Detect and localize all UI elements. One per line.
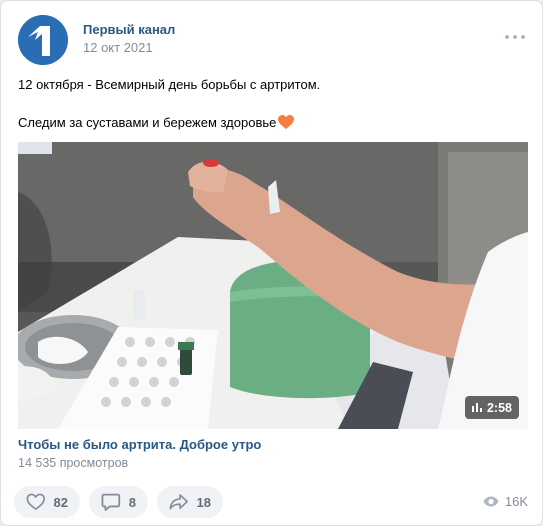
orange-heart-icon	[278, 115, 295, 129]
video-duration-label: 2:58	[486, 400, 512, 415]
comment-icon	[101, 493, 121, 511]
share-icon	[169, 494, 188, 510]
share-button[interactable]: 18	[157, 486, 223, 518]
post-text-line-1: 12 октября - Всемирный день борьбы с арт…	[18, 77, 321, 92]
video-views: 14 535 просмотров	[18, 456, 129, 470]
comment-button[interactable]: 8	[89, 486, 148, 518]
like-button[interactable]: 82	[14, 486, 80, 518]
post-views-count: 16K	[504, 494, 528, 509]
post-card: Первый канал 12 окт 2021 12 октября - Вс…	[0, 0, 543, 526]
post-date[interactable]: 12 окт 2021	[83, 40, 153, 55]
like-count: 82	[53, 494, 68, 510]
post-text-line-2: Следим за суставами и бережем здоровье	[18, 114, 295, 132]
video-thumbnail	[18, 142, 528, 429]
video-duration: 2:58	[464, 396, 519, 419]
author-name[interactable]: Первый канал	[83, 22, 175, 37]
avatar[interactable]	[18, 15, 68, 65]
share-count: 18	[196, 494, 211, 510]
heart-outline-icon	[26, 493, 45, 510]
bars-icon	[471, 403, 482, 412]
comment-count: 8	[128, 494, 136, 510]
video-title[interactable]: Чтобы не было артрита. Доброе утро	[18, 437, 261, 452]
post-text-line-2-content: Следим за суставами и бережем здоровье	[18, 115, 277, 130]
channel-one-logo-icon	[18, 15, 68, 65]
video-player[interactable]: 2:58	[18, 142, 528, 429]
post-views: 16K	[483, 494, 528, 509]
eye-icon	[483, 496, 499, 507]
more-options-icon[interactable]	[503, 31, 527, 43]
